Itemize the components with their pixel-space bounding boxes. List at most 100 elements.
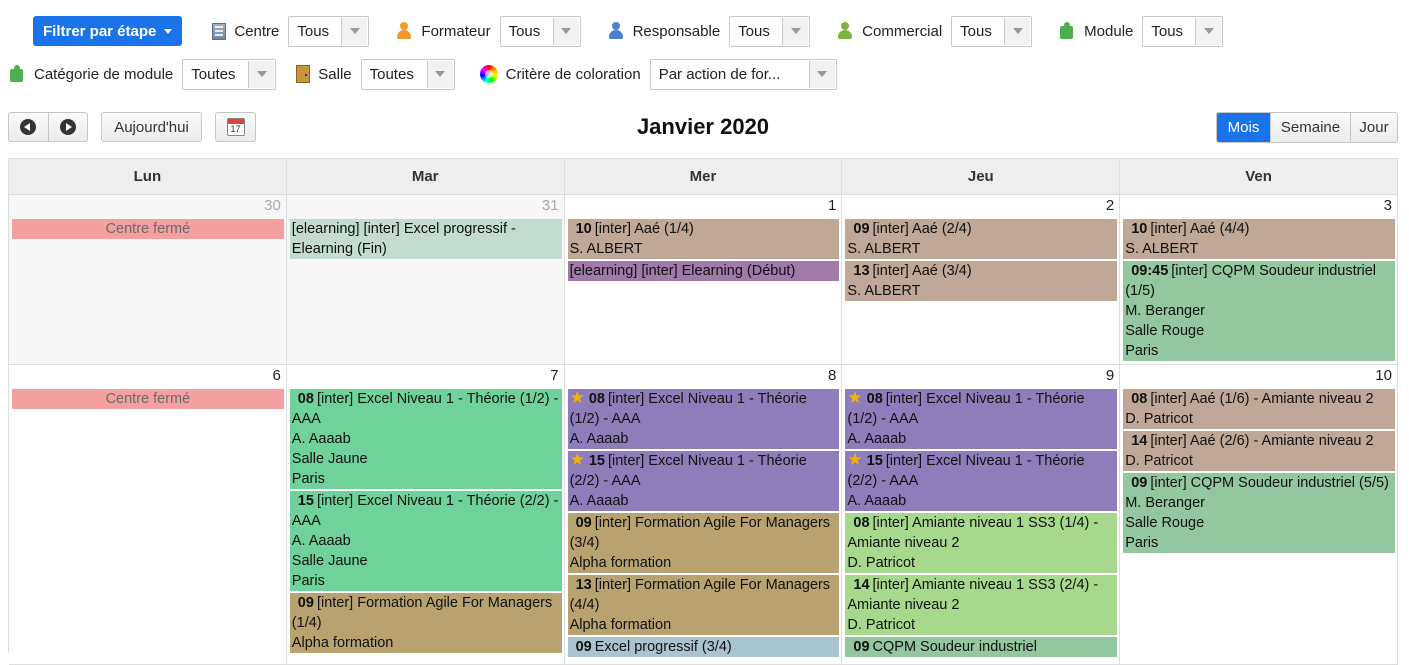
calendar-event[interactable]: 08 [inter] Aaé (1/6) - Amiante niveau 2 D.… [1123,389,1395,429]
event-detail: Salle Jaune [292,551,560,571]
day-cell[interactable]: 10 08 [inter] Aaé (1/6) - Amiante niveau 2… [1120,365,1398,664]
event-detail: S. ALBERT [847,239,1115,259]
calendar-event[interactable]: ★ 15 [inter] Excel Niveau 1 - Théorie (2/2… [845,451,1118,511]
event-text: [inter] Excel Niveau 1 - Théorie (2/2) -… [291,493,559,529]
filter-by-stage-button[interactable]: Filtrer par étape [33,16,183,46]
day-number[interactable]: 6 [272,367,280,384]
view-day-button[interactable]: Jour [1350,113,1397,142]
calendar-event[interactable]: 10 [inter] Aaé (1/4) S. ALBERT [567,219,840,259]
dropdown-arrow-icon[interactable] [808,60,835,88]
dropdown-arrow-icon[interactable] [426,60,453,88]
date-picker-button[interactable] [215,112,256,142]
event-detail: A. Aaaab [570,429,838,449]
calendar-event[interactable]: 09 [inter] Formation Agile For Managers (… [567,513,840,573]
calendar-event[interactable]: 08 [inter] Amiante niveau 1 SS3 (1/4) - A… [845,513,1118,573]
event-time: 15 [297,493,314,509]
day-cell[interactable]: 31 [elearning] [inter] Excel progressif -… [286,195,565,364]
salle-select[interactable]: Toutes [360,58,455,90]
event-text: Salle Rouge [1125,323,1205,339]
view-month-button[interactable]: Mois [1217,113,1270,142]
day-number[interactable]: 1 [828,197,836,214]
dropdown-arrow-icon[interactable] [1195,17,1222,45]
responsable-select[interactable]: Tous [729,15,811,47]
dropdown-arrow-icon[interactable] [552,17,579,45]
dropdown-arrow-icon[interactable] [782,17,809,45]
event-title: 08 [inter] Excel Niveau 1 - Théorie (1/2)… [292,389,560,429]
day-number[interactable]: 2 [1106,197,1114,214]
event-time: 08 [588,391,605,407]
centre-select[interactable]: Tous [288,15,370,47]
formateur-select[interactable]: Tous [499,15,581,47]
event-title: 09 Excel progressif (3/4) [570,637,838,657]
day-cell[interactable]: 3 10 [inter] Aaé (4/4) S. ALBERT 09:45 [inter… [1120,195,1398,364]
event-detail: D. Patricot [1125,409,1393,429]
day-cell[interactable]: 2 09 [inter] Aaé (2/4) S. ALBERT 13 [inter] A… [842,195,1121,364]
day-cell[interactable]: 6 Centre fermé [9,365,287,664]
event-detail: Alpha formation [570,553,838,573]
weekday-wed: Mer [565,159,843,194]
day-number[interactable]: 3 [1384,197,1392,214]
person-orange-icon [395,22,413,40]
calendar-event[interactable]: ★ 08 [inter] Excel Niveau 1 - Théorie (1/2… [567,389,840,449]
calendar-week: 6 Centre fermé 7 08 [inter] Excel Niveau 1 -… [9,365,1398,665]
day-cell[interactable]: 7 08 [inter] Excel Niveau 1 - Théorie (1/2… [287,365,565,664]
calendar-event[interactable]: 09 [inter] Formation Agile For Managers (… [289,593,562,653]
calendar-event[interactable]: ★ 08 [inter] Excel Niveau 1 - Théorie (1/2… [845,389,1118,449]
commercial-select[interactable]: Tous [951,15,1033,47]
event-detail: Alpha formation [570,615,838,635]
day-cell[interactable]: 9 ★ 08 [inter] Excel Niveau 1 - Théorie (1/… [842,365,1121,664]
color-wheel-icon [479,65,498,83]
day-cell[interactable]: 1 10 [inter] Aaé (1/4) S. ALBERT [elearning]… [565,195,843,364]
next-button[interactable] [47,113,87,141]
closed-day-event[interactable]: Centre fermé [12,389,284,409]
dropdown-arrow-icon[interactable] [248,60,275,88]
calendar-event[interactable]: 14 [inter] Amiante niveau 1 SS3 (2/4) - A… [845,575,1118,635]
day-number[interactable]: 31 [542,197,559,214]
coloration-select[interactable]: Par action de for... [649,58,837,90]
module-select[interactable]: Tous [1142,15,1224,47]
today-button[interactable]: Aujourd'hui [101,112,202,142]
calendar-event[interactable]: [elearning] [inter] Elearning (Début) [567,261,840,281]
event-text: [elearning] [inter] Excel progressif - E… [291,221,516,257]
calendar-event[interactable]: 09 [inter] CQPM Soudeur industriel (5/5) M… [1123,473,1395,553]
day-number[interactable]: 7 [550,367,558,384]
closed-day-event[interactable]: Centre fermé [12,219,284,239]
categorie-select[interactable]: Toutes [182,58,277,90]
arrow-left-icon [20,119,37,135]
day-cell[interactable]: 8 ★ 08 [inter] Excel Niveau 1 - Théorie (1/… [565,365,843,664]
event-detail: S. ALBERT [1125,239,1393,259]
puzzle-icon [1058,22,1076,40]
calendar-event[interactable]: 13 [inter] Aaé (3/4) S. ALBERT [845,261,1118,301]
calendar-event[interactable]: 09 [inter] Aaé (2/4) S. ALBERT [845,219,1118,259]
day-number[interactable]: 9 [1106,367,1114,384]
day-number[interactable]: 30 [264,197,281,214]
calendar-event[interactable]: 09:45 [inter] CQPM Soudeur industriel (1/… [1123,261,1395,361]
event-text: Centre fermé [105,221,191,237]
day-number[interactable]: 10 [1375,367,1392,384]
day-number[interactable]: 8 [828,367,836,384]
event-time: 10 [575,221,592,237]
calendar-event[interactable]: [elearning] [inter] Excel progressif - E… [289,219,562,259]
day-events: [elearning] [inter] Excel progressif - E… [289,219,562,261]
event-text: Centre fermé [105,391,191,407]
event-text: D. Patricot [1125,453,1193,469]
calendar-event[interactable]: 15 [inter] Excel Niveau 1 - Théorie (2/2)… [289,491,562,591]
calendar-event[interactable]: ★ 15 [inter] Excel Niveau 1 - Théorie (2/2… [567,451,840,511]
calendar-event[interactable]: 08 [inter] Excel Niveau 1 - Théorie (1/2)… [289,389,562,489]
event-text: M. Beranger [1125,303,1205,319]
calendar-event[interactable]: 09 Excel progressif (3/4) [567,637,840,657]
view-week-button[interactable]: Semaine [1270,113,1350,142]
calendar-event[interactable]: 14 [inter] Aaé (2/6) - Amiante niveau 2 D.… [1123,431,1395,471]
dropdown-arrow-icon[interactable] [341,17,368,45]
event-title: 09 [inter] CQPM Soudeur industriel (5/5) [1125,473,1393,493]
today-label: Aujourd'hui [114,118,189,136]
event-time: 08 [853,515,870,531]
event-title: 09:45 [inter] CQPM Soudeur industriel (1/… [1125,261,1393,301]
dropdown-arrow-icon[interactable] [1004,17,1031,45]
filter-responsable-label: Responsable [632,22,721,40]
calendar-event[interactable]: 09 CQPM Soudeur industriel [845,637,1118,657]
prev-button[interactable] [9,113,48,141]
calendar-event[interactable]: 13 [inter] Formation Agile For Managers (… [567,575,840,635]
calendar-event[interactable]: 10 [inter] Aaé (4/4) S. ALBERT [1123,219,1395,259]
day-cell[interactable]: 30 Centre fermé [9,195,287,364]
